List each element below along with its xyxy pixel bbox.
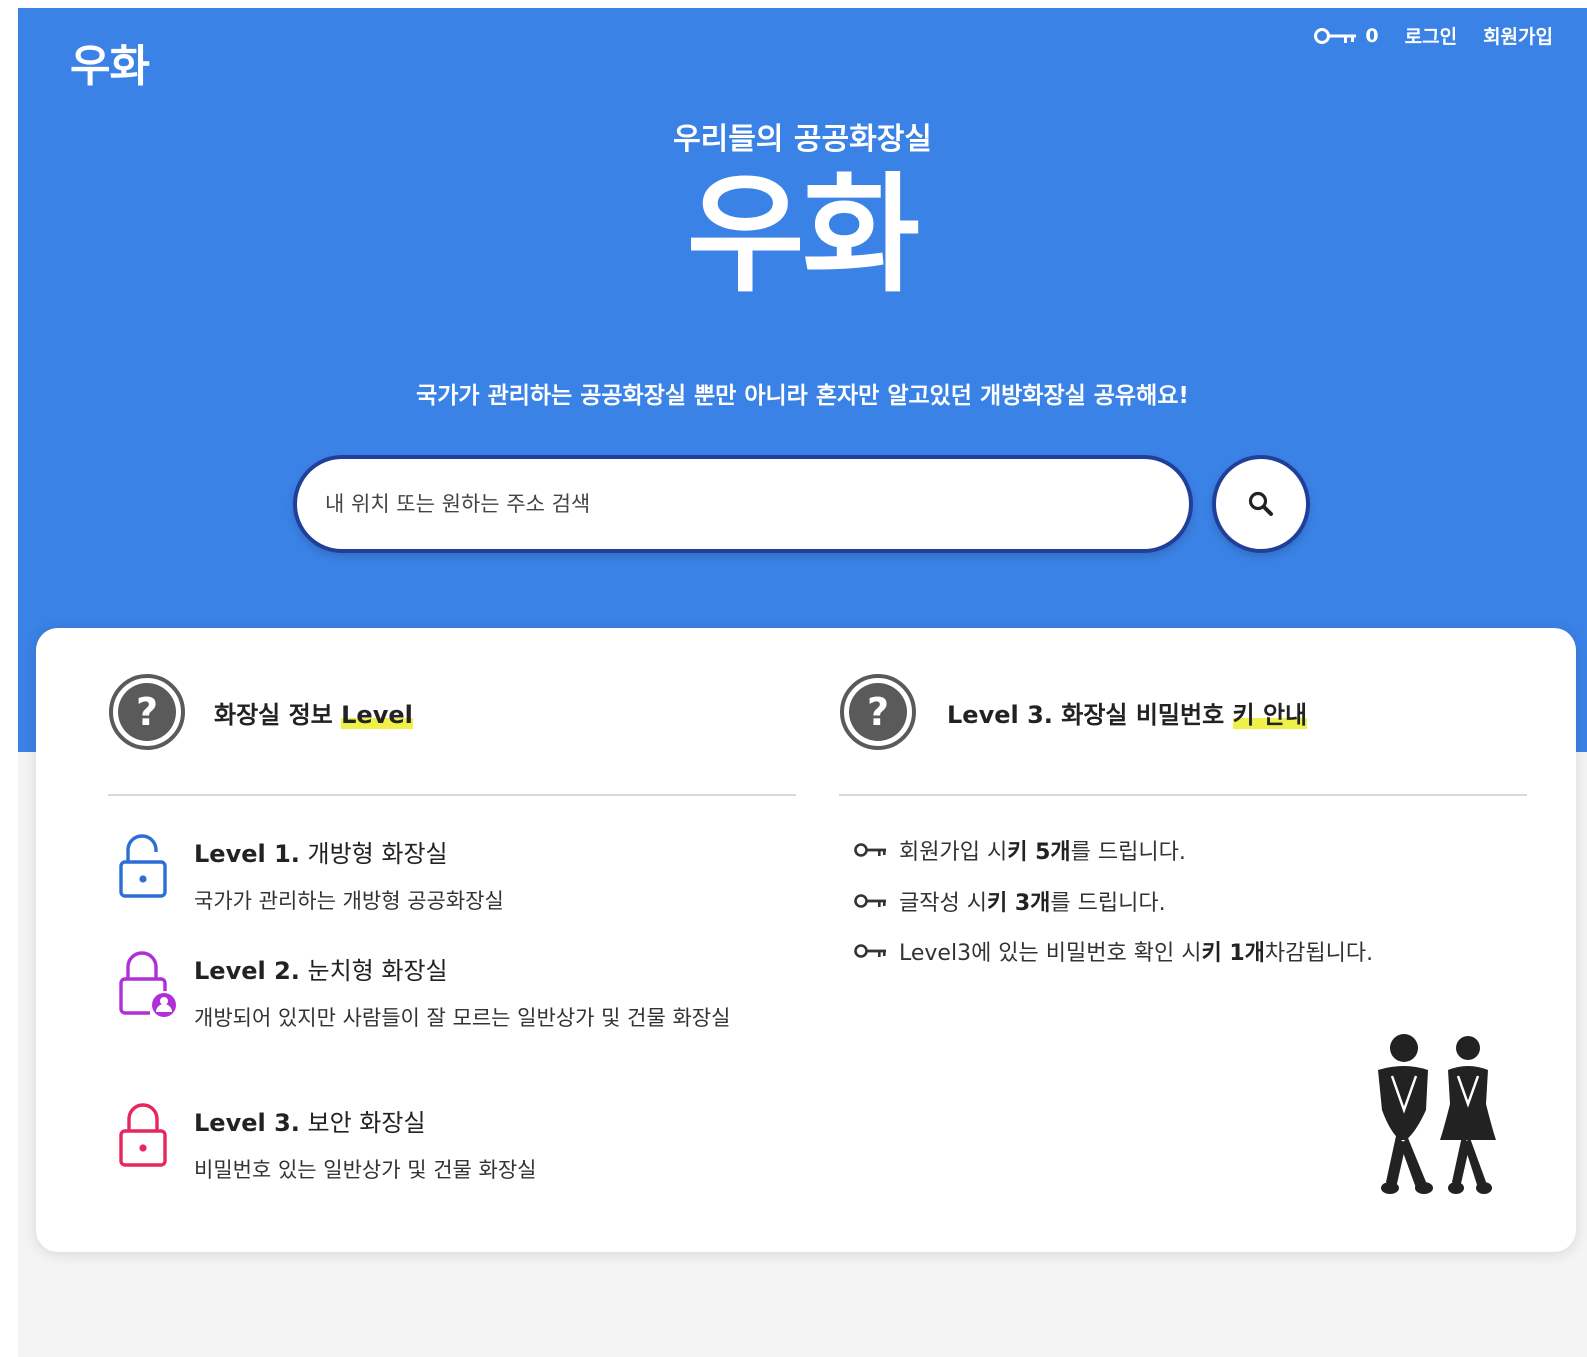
level-1-title: Level 1. 개방형 화장실: [194, 834, 774, 869]
svg-text:?: ?: [136, 690, 158, 734]
top-nav: 0 로그인 회원가입: [1313, 22, 1553, 49]
login-link[interactable]: 로그인: [1405, 22, 1457, 49]
level-3-label: Level 3.: [194, 1109, 300, 1137]
level-2-name: 눈치형 화장실: [299, 957, 448, 985]
svg-text:?: ?: [867, 690, 889, 734]
search-button[interactable]: [1212, 455, 1310, 553]
level-3-item: Level 3. 보안 화장실 비밀번호 있는 일반상가 및 건물 화장실: [108, 1103, 774, 1188]
page: 우화 0 로그인 회원가입 우리들의 공공화장실 우화 국가가 관리하는 공공화…: [18, 8, 1587, 1357]
level-3-name: 보안 화장실: [299, 1109, 426, 1137]
hero-tagline: 우리들의 공공화장실: [673, 122, 932, 157]
level-2-desc: 개방되어 있지만 사람들이 잘 모르는 일반상가 및 건물 화장실: [194, 1006, 731, 1030]
help-circle-icon[interactable]: ?: [839, 673, 917, 751]
level-2-title: Level 2. 눈치형 화장실: [194, 951, 774, 986]
unlocked-lock-icon: [119, 834, 167, 898]
user-lock-icon: [119, 951, 176, 1017]
key-count-value: 0: [1365, 24, 1379, 47]
level-1-label: Level 1.: [194, 840, 300, 868]
key-info-title: Level 3. 화장실 비밀번호 키 안내: [947, 695, 1308, 730]
level-info-title: 화장실 정보 Level: [214, 695, 413, 730]
key-rule-post: 글작성 시 키 3개 를 드립니다.: [853, 885, 1166, 917]
key-info-title-highlight: 키 안내: [1232, 700, 1308, 729]
site-logo[interactable]: 우화: [70, 30, 150, 94]
key-rule-text: 를 드립니다.: [1070, 840, 1186, 865]
key-icon: [854, 894, 886, 908]
key-rule-signup: 회원가입 시 키 5개 를 드립니다.: [853, 834, 1186, 866]
level-1-item: Level 1. 개방형 화장실 국가가 관리하는 개방형 공공화장실: [108, 834, 774, 919]
key-rule-text: 회원가입 시: [899, 840, 1008, 865]
level-3-title: Level 3. 보안 화장실: [194, 1103, 774, 1138]
divider: [839, 794, 1527, 796]
key-info-title-text: Level 3. 화장실 비밀번호: [947, 700, 1233, 729]
locked-lock-icon: [119, 1103, 167, 1167]
restroom-people-icon: [1378, 1034, 1496, 1194]
level-info-header: ? 화장실 정보 Level: [108, 672, 796, 752]
level-2-item: Level 2. 눈치형 화장실 개방되어 있지만 사람들이 잘 모르는 일반상…: [108, 951, 774, 1036]
key-rule-amount: 키 1개: [1201, 941, 1265, 966]
signup-link[interactable]: 회원가입: [1483, 22, 1553, 49]
level-1-desc: 국가가 관리하는 개방형 공공화장실: [194, 889, 504, 913]
search-icon: [1248, 491, 1273, 516]
key-counter: 0: [1313, 24, 1379, 47]
key-info-header: ? Level 3. 화장실 비밀번호 키 안내: [839, 672, 1527, 752]
key-rule-text: 를 드립니다.: [1050, 891, 1166, 916]
key-rule-amount: 키 3개: [986, 891, 1051, 916]
level-1-name: 개방형 화장실: [299, 840, 448, 868]
key-rule-text: 글작성 시: [899, 891, 987, 916]
key-icon: [1314, 27, 1357, 44]
search-box: [293, 455, 1193, 553]
key-rule-amount: 키 5개: [1007, 840, 1071, 865]
key-rule-text: Level3에 있는 비밀번호 확인 시: [899, 941, 1202, 966]
info-card: ? 화장실 정보 Level Level 1. 개방형 화장실 국가가 관리하는…: [36, 628, 1576, 1252]
hero-subtitle: 국가가 관리하는 공공화장실 뿐만 아니라 혼자만 알고있던 개방화장실 공유해…: [416, 383, 1189, 409]
key-icon: [854, 944, 886, 958]
key-icon: [854, 843, 886, 857]
level-3-desc: 비밀번호 있는 일반상가 및 건물 화장실: [194, 1158, 537, 1182]
help-circle-icon[interactable]: ?: [108, 673, 186, 751]
key-rule-password-check: Level3에 있는 비밀번호 확인 시 키 1개 차감됩니다.: [853, 935, 1373, 967]
divider: [108, 794, 796, 796]
hero-title: 우화: [686, 161, 921, 310]
level-info-title-highlight: Level: [341, 700, 413, 729]
address-search-input[interactable]: [325, 492, 1189, 516]
level-2-label: Level 2.: [194, 957, 300, 985]
level-info-title-text: 화장실 정보: [214, 700, 342, 729]
key-rule-text: 차감됩니다.: [1264, 941, 1374, 966]
